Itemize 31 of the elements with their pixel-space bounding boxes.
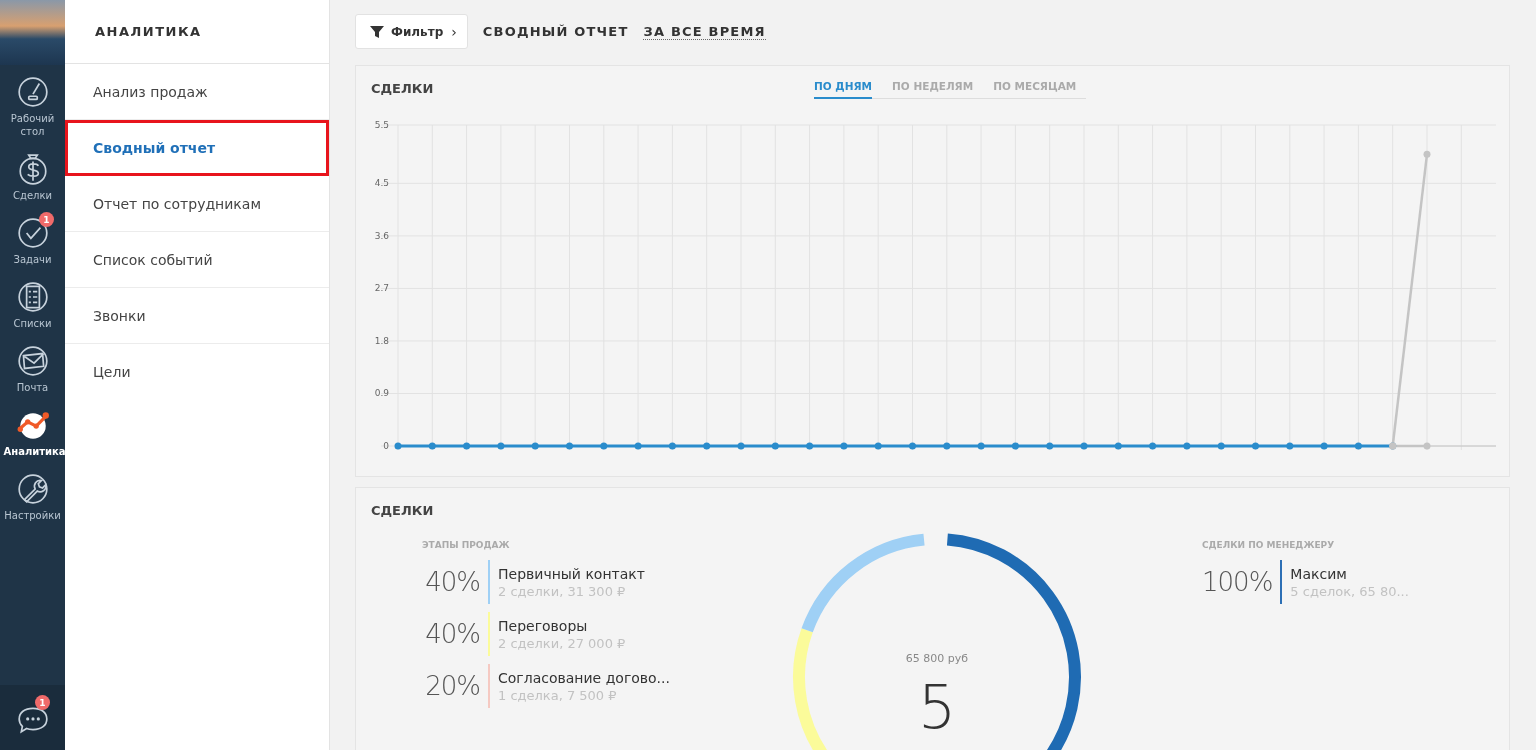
percent-value: 40%	[424, 567, 480, 597]
percent-value: 40%	[424, 619, 480, 649]
axis-tick-label: 5.5	[374, 120, 389, 130]
item-name: Согласование догово...	[498, 669, 670, 686]
axis-tick-label: 0	[383, 441, 389, 451]
nav-label: Рабочий стол	[9, 112, 56, 138]
axis-tick-label: 1.8	[374, 335, 389, 346]
card-title: СДЕЛКИ	[371, 503, 434, 518]
nav-label: Почта	[15, 381, 50, 394]
section-label: СДЕЛКИ ПО МЕНЕДЖЕРУ	[1202, 540, 1336, 550]
percent-value: 20%	[424, 671, 480, 701]
section-title: АНАЛИТИКА	[65, 0, 329, 64]
total-amount: 65 800 руб	[904, 652, 970, 665]
card-title: СДЕЛКИ	[371, 81, 434, 96]
item-name: Переговоры	[498, 617, 589, 634]
axis-tick-label: 3.6	[374, 230, 389, 241]
nav-label: Списки	[12, 317, 53, 330]
axis-tick-label: 0.9	[374, 388, 389, 399]
notification-badge: 1	[35, 695, 50, 710]
report-title: СВОДНЫЙ ОТЧЕТ	[482, 24, 629, 39]
nav-label: Задачи	[12, 253, 53, 266]
axis-tick-label: 4.5	[374, 178, 389, 189]
item-name: Максим	[1290, 565, 1348, 582]
axis-tick-label: 2.7	[374, 283, 389, 294]
deal-count: 5	[916, 677, 958, 737]
percent-value: 100%	[1202, 567, 1273, 597]
nav-label: Настройки	[3, 509, 62, 522]
item-name: Первичный контакт	[498, 565, 645, 582]
nav-label: Сделки	[12, 189, 53, 202]
section-label: ЭТАПЫ ПРОДАЖ	[422, 540, 511, 550]
notification-badge: 1	[39, 212, 54, 227]
